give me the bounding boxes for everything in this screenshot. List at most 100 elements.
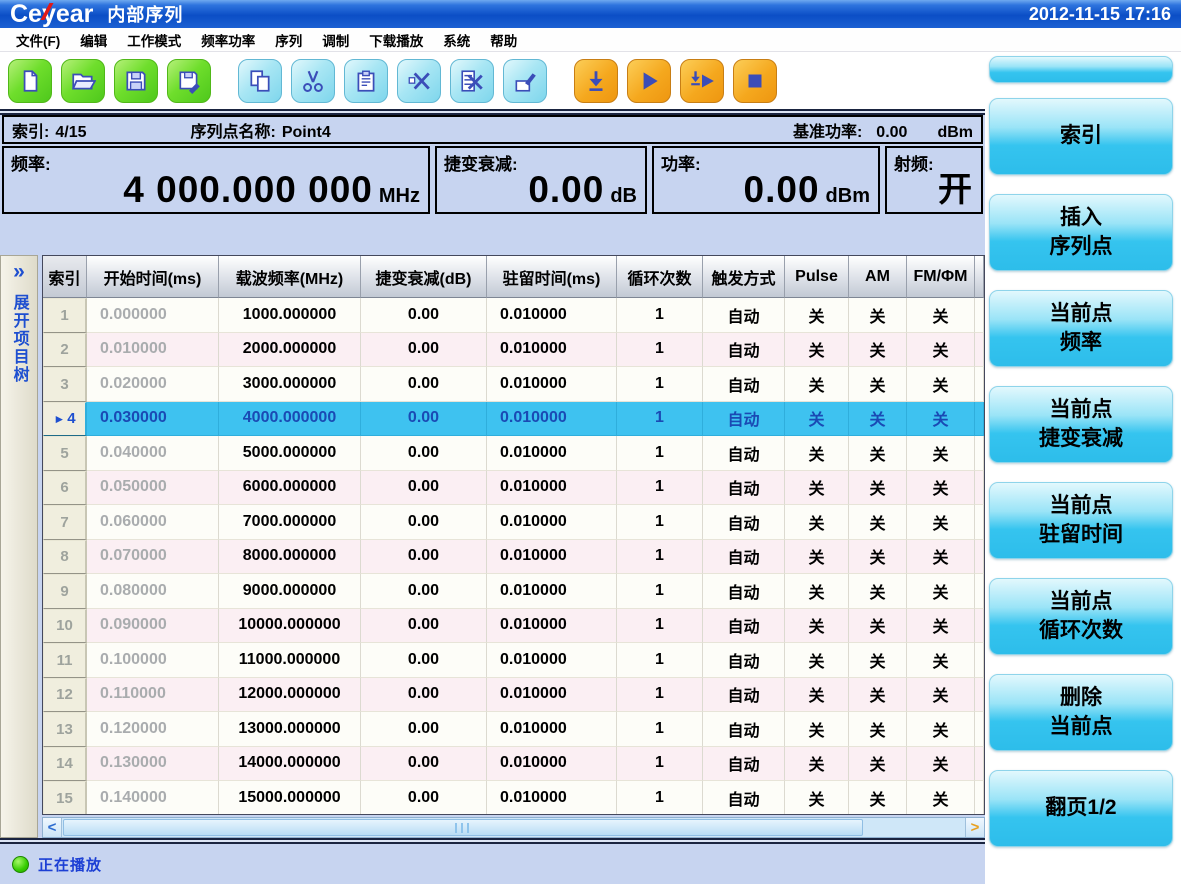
cell-am[interactable]: 关 (849, 298, 907, 333)
save-button[interactable] (114, 59, 158, 103)
cell-pulse[interactable]: 关 (785, 333, 849, 368)
save-as-button[interactable] (167, 59, 211, 103)
cell-am[interactable]: 关 (849, 402, 907, 437)
cell-freq[interactable]: 15000.000000 (219, 781, 361, 815)
cell-start[interactable]: 0.130000 (87, 747, 219, 782)
cell-start[interactable]: 0.020000 (87, 367, 219, 402)
cell-start[interactable]: 0.100000 (87, 643, 219, 678)
cell-am[interactable]: 关 (849, 436, 907, 471)
table-row-9[interactable]: 90.0800009000.0000000.000.0100001自动关关关 (43, 574, 984, 609)
cell-freq[interactable]: 12000.000000 (219, 678, 361, 713)
cell-start[interactable]: 0.120000 (87, 712, 219, 747)
download-button[interactable] (574, 59, 618, 103)
cell-dwell[interactable]: 0.010000 (487, 781, 617, 815)
cell-atten[interactable]: 0.00 (361, 540, 487, 575)
cell-dwell[interactable]: 0.010000 (487, 436, 617, 471)
delete-point-button[interactable] (397, 59, 441, 103)
table-row-1[interactable]: 10.0000001000.0000000.000.0100001自动关关关 (43, 298, 984, 333)
cell-fm[interactable]: 关 (907, 643, 975, 678)
menu-item-2[interactable]: 工作模式 (117, 28, 191, 52)
cell-atten[interactable]: 0.00 (361, 747, 487, 782)
cell-index[interactable]: 12 (43, 678, 87, 713)
cut-button[interactable] (291, 59, 335, 103)
new-button[interactable] (8, 59, 52, 103)
cell-fm[interactable]: 关 (907, 540, 975, 575)
cell-fm[interactable]: 关 (907, 678, 975, 713)
cell-trigger[interactable]: 自动 (703, 333, 785, 368)
paste-button[interactable] (344, 59, 388, 103)
cell-index[interactable]: 7 (43, 505, 87, 540)
cell-am[interactable]: 关 (849, 574, 907, 609)
table-row-2[interactable]: 20.0100002000.0000000.000.0100001自动关关关 (43, 333, 984, 368)
scroll-right-arrow-icon[interactable]: > (965, 818, 984, 837)
cell-pulse[interactable]: 关 (785, 471, 849, 506)
cell-fm[interactable]: 关 (907, 298, 975, 333)
cell-fm[interactable]: 关 (907, 712, 975, 747)
cell-atten[interactable]: 0.00 (361, 712, 487, 747)
cell-fm[interactable]: 关 (907, 402, 975, 437)
cell-pulse[interactable]: 关 (785, 712, 849, 747)
table-row-15[interactable]: 150.14000015000.0000000.000.0100001自动关关关 (43, 781, 984, 815)
cell-index[interactable]: 5 (43, 436, 87, 471)
cell-start[interactable]: 0.010000 (87, 333, 219, 368)
cell-am[interactable]: 关 (849, 333, 907, 368)
expand-chevron-icon[interactable]: » (13, 260, 25, 284)
project-tree-expander[interactable]: » 展开项目树 (0, 255, 38, 838)
cell-dwell[interactable]: 0.010000 (487, 540, 617, 575)
cell-am[interactable]: 关 (849, 643, 907, 678)
cell-atten[interactable]: 0.00 (361, 471, 487, 506)
cell-freq[interactable]: 9000.000000 (219, 574, 361, 609)
softkey-delete-current[interactable]: 删除 当前点 (989, 674, 1173, 751)
cell-trigger[interactable]: 自动 (703, 643, 785, 678)
cell-dwell[interactable]: 0.010000 (487, 574, 617, 609)
cell-cycles[interactable]: 1 (617, 781, 703, 815)
table-row-3[interactable]: 30.0200003000.0000000.000.0100001自动关关关 (43, 367, 984, 402)
cell-pulse[interactable]: 关 (785, 781, 849, 815)
softkey-current-dwell[interactable]: 当前点 驻留时间 (989, 482, 1173, 559)
cell-trigger[interactable]: 自动 (703, 471, 785, 506)
cell-pulse[interactable]: 关 (785, 367, 849, 402)
menu-item-4[interactable]: 序列 (265, 28, 312, 52)
cell-start[interactable]: 0.080000 (87, 574, 219, 609)
cell-pulse[interactable]: 关 (785, 609, 849, 644)
cell-dwell[interactable]: 0.010000 (487, 712, 617, 747)
cell-trigger[interactable]: 自动 (703, 367, 785, 402)
edit-point-button[interactable] (503, 59, 547, 103)
cell-index[interactable]: 1 (43, 298, 87, 333)
softkey-current-atten[interactable]: 当前点 捷变衰减 (989, 386, 1173, 463)
cell-am[interactable]: 关 (849, 471, 907, 506)
table-row-7[interactable]: 70.0600007000.0000000.000.0100001自动关关关 (43, 505, 984, 540)
cell-cycles[interactable]: 1 (617, 609, 703, 644)
cell-cycles[interactable]: 1 (617, 298, 703, 333)
cell-atten[interactable]: 0.00 (361, 609, 487, 644)
table-row-8[interactable]: 80.0700008000.0000000.000.0100001自动关关关 (43, 540, 984, 575)
cell-dwell[interactable]: 0.010000 (487, 609, 617, 644)
cell-dwell[interactable]: 0.010000 (487, 678, 617, 713)
cell-freq[interactable]: 14000.000000 (219, 747, 361, 782)
softkey-index[interactable]: 索引 (989, 98, 1173, 175)
cell-start[interactable]: 0.050000 (87, 471, 219, 506)
cell-index[interactable]: 15 (43, 781, 87, 815)
cell-trigger[interactable]: 自动 (703, 505, 785, 540)
cell-am[interactable]: 关 (849, 540, 907, 575)
scrollbar-thumb[interactable] (63, 819, 863, 836)
delete-list-button[interactable] (450, 59, 494, 103)
cell-cycles[interactable]: 1 (617, 505, 703, 540)
cell-cycles[interactable]: 1 (617, 643, 703, 678)
cell-fm[interactable]: 关 (907, 781, 975, 815)
cell-atten[interactable]: 0.00 (361, 298, 487, 333)
cell-start[interactable]: 0.000000 (87, 298, 219, 333)
cell-atten[interactable]: 0.00 (361, 643, 487, 678)
cell-cycles[interactable]: 1 (617, 747, 703, 782)
cell-atten[interactable]: 0.00 (361, 781, 487, 815)
cell-freq[interactable]: 8000.000000 (219, 540, 361, 575)
cell-cycles[interactable]: 1 (617, 367, 703, 402)
cell-pulse[interactable]: 关 (785, 436, 849, 471)
cell-trigger[interactable]: 自动 (703, 781, 785, 815)
cell-freq[interactable]: 6000.000000 (219, 471, 361, 506)
play-button[interactable] (627, 59, 671, 103)
cell-trigger[interactable]: 自动 (703, 436, 785, 471)
cell-cycles[interactable]: 1 (617, 333, 703, 368)
cell-pulse[interactable]: 关 (785, 540, 849, 575)
cell-dwell[interactable]: 0.010000 (487, 367, 617, 402)
